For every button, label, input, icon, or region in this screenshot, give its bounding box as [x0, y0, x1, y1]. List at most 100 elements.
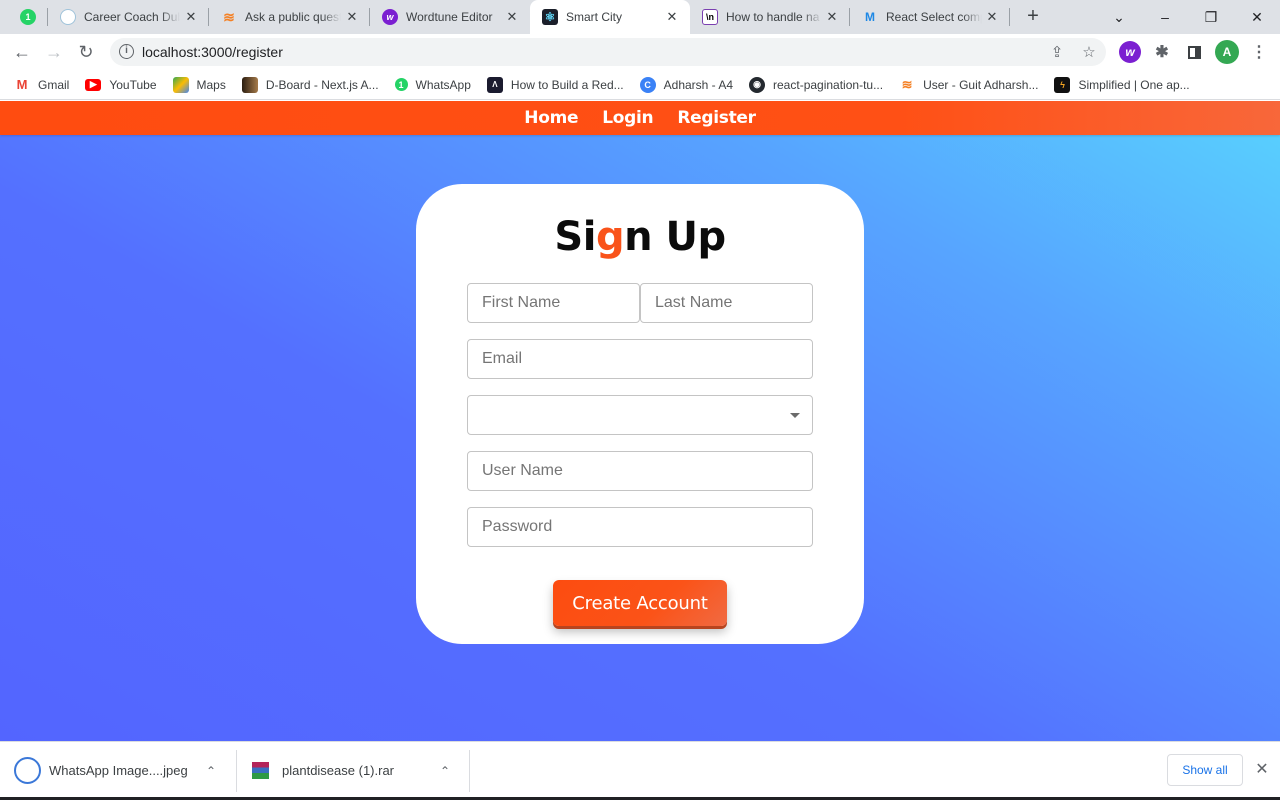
browser-toolbar: ← → ↻ i localhost:3000/register ⇪ ☆ w ✱ …	[0, 34, 1280, 70]
profile-avatar[interactable]: A	[1215, 40, 1239, 64]
tab-title: Career Coach Dub	[84, 10, 180, 24]
bookmark-label: Maps	[196, 77, 226, 92]
bookmark-maps[interactable]: Maps	[172, 76, 226, 93]
chevron-up-icon[interactable]: ⌃	[440, 764, 450, 778]
caret-down-icon	[790, 413, 800, 418]
nav-register-link[interactable]: Register	[677, 108, 756, 128]
tab-react-select[interactable]: M React Select comp ✕	[850, 0, 1010, 34]
title-part: n Up	[624, 214, 726, 260]
downloads-shelf: WhatsApp Image....jpeg ⌃ plantdisease (1…	[0, 741, 1280, 800]
bookmark-label: Gmail	[38, 77, 70, 92]
tab-title: How to handle na	[726, 10, 820, 24]
reload-button[interactable]: ↻	[74, 40, 98, 64]
bookmark-label: User - Guit Adharsh...	[923, 77, 1039, 92]
create-account-button[interactable]: Create Account	[553, 580, 727, 626]
close-tab-icon[interactable]: ✕	[504, 9, 520, 25]
tab-title: React Select comp	[886, 10, 982, 24]
github-icon: ◉	[749, 76, 766, 93]
tab-title: Smart City	[566, 10, 623, 24]
bookmark-how-to-build[interactable]: Λ How to Build a Red...	[486, 76, 624, 93]
close-tab-icon[interactable]: ✕	[344, 9, 360, 25]
side-panel-icon[interactable]	[1183, 41, 1205, 63]
close-tab-icon[interactable]: ✕	[824, 9, 840, 25]
wordtune-icon: w	[382, 9, 398, 25]
winrar-icon	[252, 762, 269, 779]
tab-smart-city[interactable]: ⚛ Smart City ✕	[530, 0, 690, 34]
new-tab-button[interactable]: +	[1021, 5, 1045, 29]
close-window-button[interactable]: ✕	[1234, 0, 1280, 34]
tab-career-coach[interactable]: Career Coach Dub ✕	[48, 0, 209, 34]
bookmark-label: Adharsh - A4	[663, 77, 734, 92]
close-tab-icon[interactable]: ✕	[183, 9, 199, 25]
gmail-icon: M	[14, 76, 30, 93]
bookmark-dboard[interactable]: D-Board - Next.js A...	[241, 76, 379, 93]
back-button[interactable]: ←	[10, 40, 34, 64]
download-item[interactable]: WhatsApp Image....jpeg ⌃	[14, 742, 236, 799]
close-shelf-icon[interactable]: ✕	[1252, 760, 1272, 780]
progress-ring-icon	[14, 757, 41, 784]
last-name-input[interactable]	[640, 283, 813, 323]
app-navbar: Home Login Register	[0, 101, 1280, 135]
tab-strip: 1 Career Coach Dub ✕ ≋ Ask a public ques…	[0, 0, 1280, 34]
maps-icon	[172, 76, 189, 93]
minimize-button[interactable]: –	[1142, 0, 1188, 34]
bookmark-label: WhatsApp	[415, 77, 471, 92]
tab-whatsapp[interactable]: 1	[8, 0, 48, 34]
simplified-icon: ϟ	[1054, 76, 1071, 93]
share-icon[interactable]: ⇪	[1048, 44, 1066, 62]
career-coach-icon	[60, 9, 76, 25]
page-viewport: Home Login Register Sign Up Create Accou…	[0, 101, 1280, 741]
tab-wordtune[interactable]: w Wordtune Editor ✕	[370, 0, 530, 34]
bookmark-label: D-Board - Next.js A...	[265, 77, 379, 92]
bookmark-label: react-pagination-tu...	[773, 77, 884, 92]
divider	[469, 750, 470, 792]
tab-ask-question[interactable]: ≋ Ask a public quest ✕	[209, 0, 370, 34]
show-all-button[interactable]: Show all	[1167, 754, 1243, 786]
bookmark-star-icon[interactable]: ☆	[1080, 44, 1098, 62]
canva-icon: C	[639, 76, 656, 93]
divider	[236, 750, 237, 792]
bookmark-gmail[interactable]: M Gmail	[14, 76, 70, 93]
download-filename: WhatsApp Image....jpeg	[49, 763, 188, 778]
bookmark-label: YouTube	[109, 77, 157, 92]
wordtune-extension-icon[interactable]: w	[1119, 41, 1141, 63]
role-select[interactable]	[467, 395, 813, 435]
site-info-icon[interactable]: i	[119, 44, 134, 59]
react-icon: ⚛	[542, 9, 558, 25]
dboard-icon	[241, 76, 258, 93]
nav-login-link[interactable]: Login	[602, 108, 653, 128]
url-text[interactable]: localhost:3000/register	[142, 44, 283, 60]
bookmark-youtube[interactable]: ▶ YouTube	[85, 77, 157, 92]
password-input[interactable]	[467, 507, 813, 547]
bookmark-user-guit[interactable]: ≋ User - Guit Adharsh...	[899, 77, 1039, 93]
nav-home-link[interactable]: Home	[524, 108, 578, 128]
chevron-up-icon[interactable]: ⌃	[206, 764, 216, 778]
address-bar[interactable]: i localhost:3000/register ⇪ ☆	[110, 38, 1106, 66]
dev-icon: Λ	[486, 76, 503, 93]
forward-button[interactable]: →	[42, 40, 66, 64]
whatsapp-icon: 1	[394, 78, 408, 91]
bookmark-react-pagination[interactable]: ◉ react-pagination-tu...	[749, 76, 884, 93]
page-title: Sign Up	[416, 214, 864, 260]
dev-icon: \n	[702, 9, 718, 25]
title-part: Si	[554, 214, 596, 260]
extensions-puzzle-icon[interactable]: ✱	[1151, 41, 1173, 63]
bookmark-simplified[interactable]: ϟ Simplified | One ap...	[1054, 76, 1190, 93]
username-input[interactable]	[467, 451, 813, 491]
close-tab-icon[interactable]: ✕	[664, 9, 680, 25]
tab-how-to-handle[interactable]: \n How to handle na ✕	[690, 0, 850, 34]
restore-button[interactable]: ❐	[1188, 0, 1234, 34]
first-name-input[interactable]	[467, 283, 640, 323]
youtube-icon: ▶	[85, 78, 102, 91]
bookmark-whatsapp[interactable]: 1 WhatsApp	[394, 77, 471, 92]
email-input[interactable]	[467, 339, 813, 379]
stackoverflow-icon: ≋	[223, 8, 235, 25]
bookmark-label: Simplified | One ap...	[1078, 77, 1190, 92]
download-item[interactable]: plantdisease (1).rar ⌃	[252, 742, 468, 799]
whatsapp-icon: 1	[20, 9, 36, 25]
tab-search-dropdown-icon[interactable]: ⌄	[1096, 0, 1142, 34]
title-accent-letter: g	[595, 214, 625, 260]
bookmark-adharsh-a4[interactable]: C Adharsh - A4	[639, 76, 734, 93]
close-tab-icon[interactable]: ✕	[984, 9, 1000, 25]
menu-kebab-icon[interactable]: ⋮	[1248, 41, 1270, 63]
